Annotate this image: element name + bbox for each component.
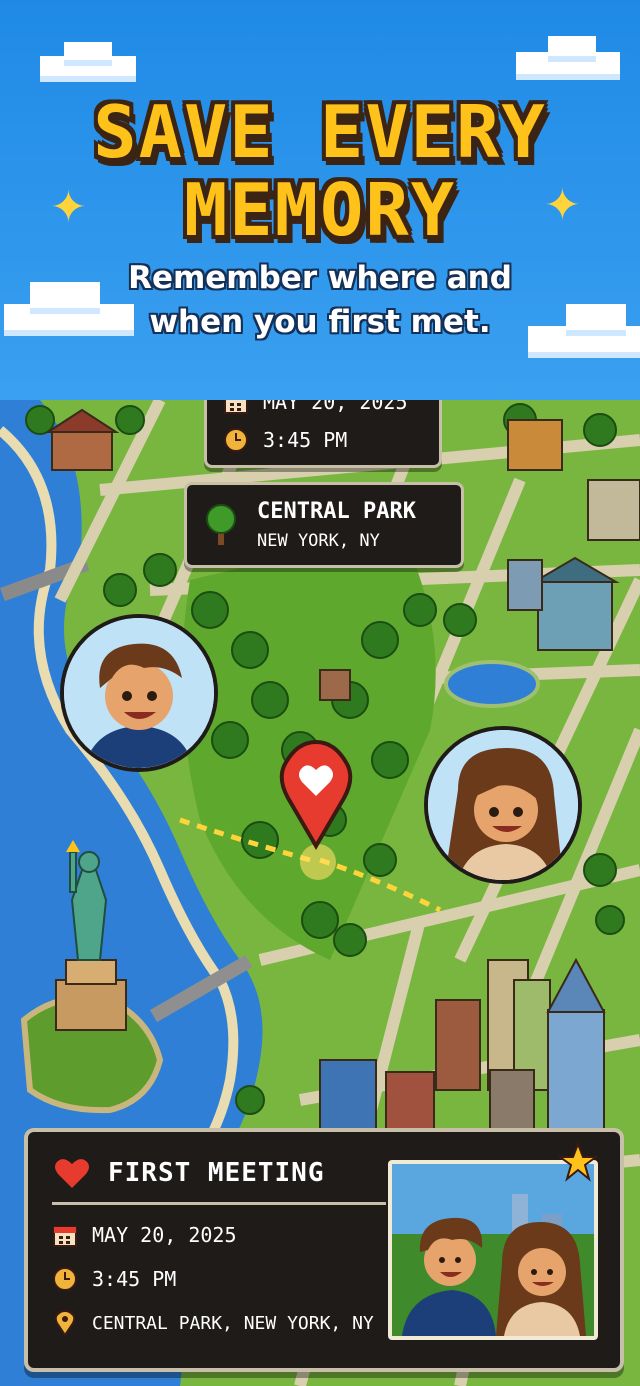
- calendar-icon: [223, 400, 249, 415]
- headline-line-2: MEMORY: [183, 168, 457, 252]
- card-location-text: CENTRAL PARK, NEW YORK, NY: [92, 1312, 374, 1334]
- memory-card-title: FIRST MEETING: [108, 1158, 325, 1188]
- boy-avatar[interactable]: [60, 614, 218, 772]
- heart-map-pin-icon[interactable]: [276, 739, 356, 850]
- card-time-row: 3:45 PM: [52, 1266, 176, 1292]
- cloud: [64, 42, 112, 60]
- tag-place-name: CENTRAL PARK: [257, 499, 416, 524]
- couple-photo[interactable]: [388, 1160, 598, 1340]
- clock-icon: [223, 427, 249, 453]
- clock-icon: [52, 1266, 78, 1292]
- place-tag[interactable]: CENTRAL PARK NEW YORK, NY: [184, 482, 464, 568]
- location-pin-icon: [52, 1309, 78, 1337]
- tag-date-text: MAY 20, 2025: [263, 400, 408, 414]
- memory-card[interactable]: FIRST MEETING MAY 20, 2025 3:45 PM CENTR…: [24, 1128, 624, 1372]
- tag-place-city: NEW YORK, NY: [257, 531, 380, 551]
- subtitle-line-2: when you first met.: [149, 304, 491, 340]
- divider: [52, 1202, 386, 1205]
- card-date-row: MAY 20, 2025: [52, 1222, 237, 1248]
- heart-icon: [54, 1158, 90, 1190]
- tree-icon: [203, 503, 239, 547]
- card-date-text: MAY 20, 2025: [92, 1223, 237, 1247]
- calendar-icon: [52, 1222, 78, 1248]
- star-icon[interactable]: [556, 1141, 600, 1182]
- subtitle-line-1: Remember where and: [128, 260, 512, 296]
- tag-time-row: 3:45 PM: [223, 427, 347, 453]
- tag-date-row: MAY 20, 2025: [223, 400, 408, 415]
- headline-line-1: SAVE EVERY: [93, 90, 547, 174]
- tag-time-text: 3:45 PM: [263, 428, 348, 452]
- girl-avatar[interactable]: [424, 726, 582, 884]
- cloud: [548, 36, 596, 56]
- card-location-row: CENTRAL PARK, NEW YORK, NY: [52, 1309, 374, 1337]
- card-time-text: 3:45 PM: [92, 1267, 177, 1291]
- date-time-tag[interactable]: MAY 20, 2025 3:45 PM: [204, 400, 442, 468]
